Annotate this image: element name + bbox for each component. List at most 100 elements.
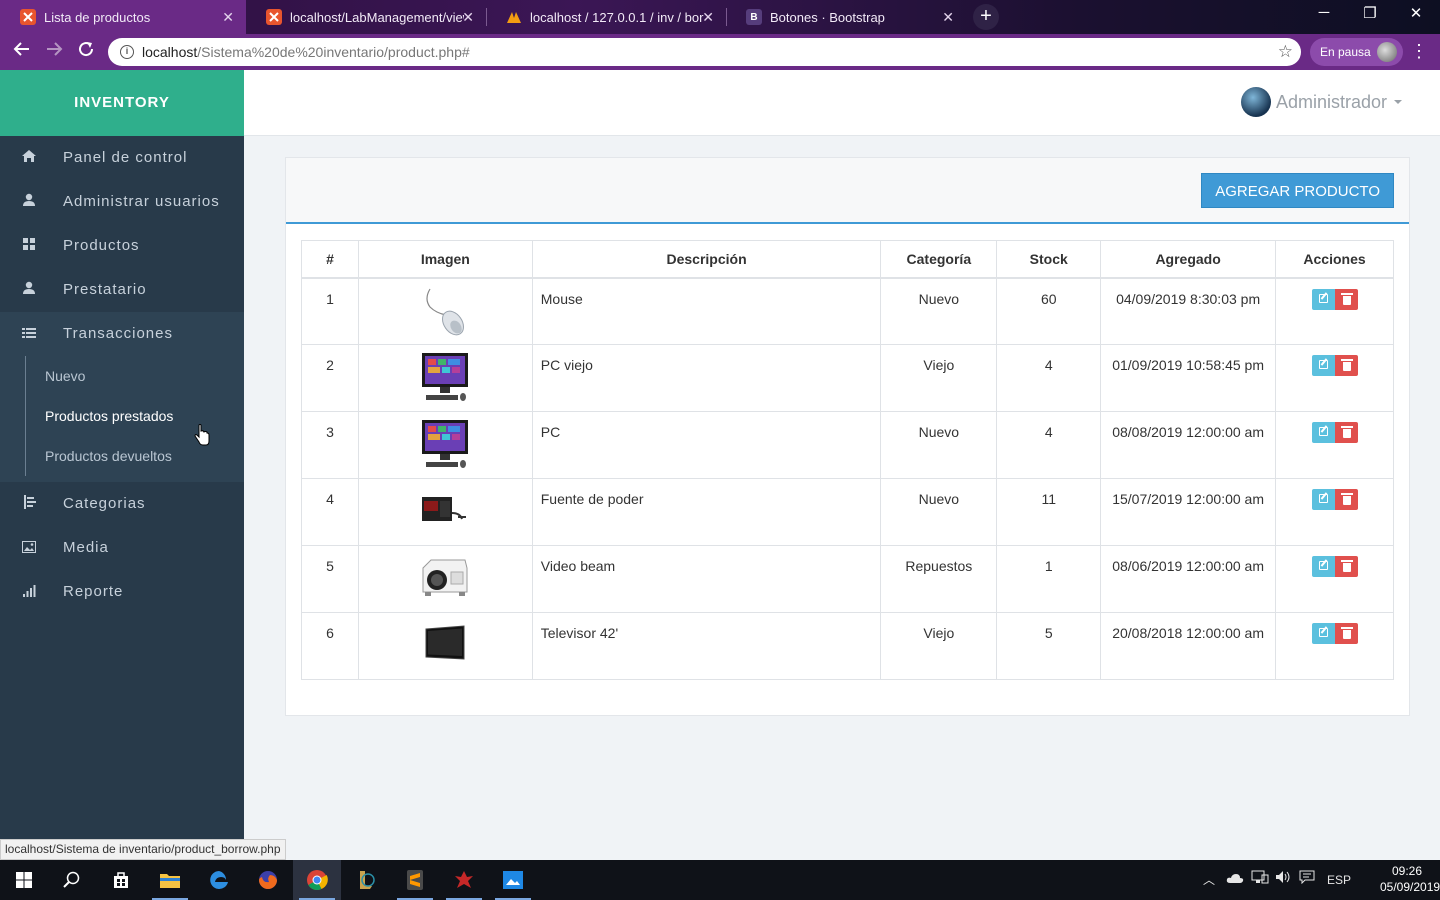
- onedrive-icon[interactable]: [1226, 860, 1244, 900]
- cell-description: PC: [531, 411, 882, 479]
- photos-icon[interactable]: [489, 860, 537, 900]
- sidebar-item-panel-de-control[interactable]: Panel de control: [0, 136, 244, 180]
- trash-icon: [1340, 560, 1353, 572]
- sidebar-item-administrar-usuarios[interactable]: Administrar usuarios: [0, 180, 244, 224]
- delete-button[interactable]: [1334, 422, 1358, 443]
- site-info-icon[interactable]: i: [120, 45, 134, 59]
- edit-button[interactable]: [1311, 355, 1335, 376]
- edit-button[interactable]: [1311, 288, 1335, 310]
- edit-button[interactable]: [1311, 556, 1335, 577]
- delete-button[interactable]: [1334, 489, 1358, 510]
- cell-stock: 4: [996, 411, 1102, 479]
- chrome-icon[interactable]: [293, 860, 341, 900]
- system-clock[interactable]: 09:26 05/09/2019: [1380, 863, 1440, 895]
- cell-image: [357, 478, 533, 546]
- list-icon: [21, 312, 37, 356]
- xampp-icon: [266, 9, 282, 25]
- new-tab-button[interactable]: +: [973, 4, 999, 30]
- table-row: 2 PC viejo Viejo 4 01/09/2019 10:58:45 p…: [301, 344, 1394, 412]
- search-icon[interactable]: [48, 860, 96, 900]
- close-tab-icon[interactable]: ✕: [942, 9, 954, 26]
- browser-tab-bar: Lista de productos ✕ localhost/LabManage…: [0, 0, 1440, 34]
- minimize-icon[interactable]: ─: [1304, 4, 1344, 21]
- cell-number: 4: [301, 478, 359, 546]
- input-language[interactable]: ESP: [1327, 860, 1351, 900]
- trash-icon: [1340, 627, 1353, 639]
- sidebar-item-prestatario[interactable]: Prestatario: [0, 268, 244, 312]
- add-product-button[interactable]: AGREGAR PRODUCTO: [1201, 173, 1394, 208]
- cell-number: 3: [301, 411, 359, 479]
- trash-icon: [1340, 426, 1353, 438]
- close-tab-icon[interactable]: ✕: [702, 9, 714, 26]
- tab-labmanagement[interactable]: localhost/LabManagement/views ✕: [246, 0, 486, 34]
- cell-actions: [1275, 478, 1394, 546]
- submenu-item-nuevo[interactable]: Nuevo: [0, 356, 244, 396]
- bookmark-star-icon[interactable]: ☆: [1278, 42, 1293, 62]
- cell-actions: [1275, 545, 1394, 613]
- grid-icon: [21, 224, 37, 268]
- brand-logo[interactable]: INVENTORY: [0, 70, 244, 136]
- windows-start-icon[interactable]: [0, 860, 48, 900]
- cell-category: Viejo: [880, 344, 998, 412]
- reload-icon[interactable]: [74, 40, 98, 64]
- cell-image: [357, 411, 533, 479]
- cell-number: 1: [301, 277, 359, 345]
- sidebar-item-label: Administrar usuarios: [63, 193, 220, 210]
- network-icon[interactable]: [1251, 860, 1269, 900]
- sidebar-item-label: Transacciones: [63, 325, 173, 342]
- cell-stock: 4: [996, 344, 1102, 412]
- file-explorer-icon[interactable]: [146, 860, 194, 900]
- delete-button[interactable]: [1334, 623, 1358, 644]
- address-bar[interactable]: i localhost/Sistema%20de%20inventario/pr…: [108, 38, 1301, 66]
- edit-button[interactable]: [1311, 422, 1335, 443]
- tab-phpmyadmin[interactable]: localhost / 127.0.0.1 / inv / borro ✕: [486, 0, 726, 34]
- profile-button[interactable]: En pausa: [1310, 38, 1403, 66]
- show-hidden-icons-icon[interactable]: ︿: [1203, 860, 1215, 900]
- cell-description: Televisor 42': [531, 612, 882, 680]
- edit-button[interactable]: [1311, 623, 1335, 644]
- restore-icon[interactable]: ❐: [1350, 4, 1390, 22]
- sidebar-item-label: Productos: [63, 237, 140, 254]
- delete-button[interactable]: [1334, 556, 1358, 577]
- signal-icon: [21, 570, 37, 614]
- sidebar-item-reporte[interactable]: Reporte: [0, 570, 244, 614]
- cell-actions: [1275, 277, 1394, 345]
- edge-icon[interactable]: [195, 860, 243, 900]
- edit-button[interactable]: [1311, 489, 1335, 510]
- sidebar-item-media[interactable]: Media: [0, 526, 244, 570]
- delete-button[interactable]: [1334, 355, 1358, 376]
- notifications-icon[interactable]: [1299, 860, 1315, 900]
- cell-category: Nuevo: [880, 411, 998, 479]
- delete-button[interactable]: [1334, 288, 1358, 310]
- top-header: Administrador: [244, 70, 1440, 136]
- tab-lista-de-productos[interactable]: Lista de productos ✕: [0, 0, 246, 34]
- back-arrow-icon[interactable]: [10, 40, 34, 64]
- table-row: 3 PC Nuevo 4 08/08/2019 12:00:00 am: [301, 411, 1394, 479]
- close-tab-icon[interactable]: ✕: [462, 9, 474, 26]
- sidebar-item-transacciones[interactable]: Transacciones: [0, 312, 244, 356]
- firefox-icon[interactable]: [244, 860, 292, 900]
- sidebar-item-productos[interactable]: Productos: [0, 224, 244, 268]
- volume-icon[interactable]: [1275, 860, 1293, 900]
- browser-menu-icon[interactable]: ⋮: [1410, 42, 1428, 60]
- table-row: 6 Televisor 42' Viejo 5 20/08/2018 12:00…: [301, 612, 1394, 680]
- game-app-icon[interactable]: [440, 860, 488, 900]
- product-image-pc: [420, 418, 470, 470]
- cell-actions: [1275, 612, 1394, 680]
- phpmyadmin-icon: [506, 9, 522, 25]
- indent-icon: [21, 482, 37, 526]
- profile-avatar: [1377, 42, 1397, 62]
- sidebar-item-label: Media: [63, 539, 109, 556]
- cell-description: PC viejo: [531, 344, 882, 412]
- sublime-text-icon[interactable]: [391, 860, 439, 900]
- forward-arrow-icon[interactable]: [42, 40, 66, 64]
- sidebar-item-categorias[interactable]: Categorias: [0, 482, 244, 526]
- tab-bootstrap[interactable]: B Botones · Bootstrap ✕: [726, 0, 966, 34]
- user-dropdown[interactable]: Administrador: [1240, 84, 1402, 120]
- store-icon[interactable]: [97, 860, 145, 900]
- league-of-legends-icon[interactable]: [342, 860, 390, 900]
- close-window-icon[interactable]: ✕: [1396, 4, 1436, 22]
- close-tab-icon[interactable]: ✕: [222, 9, 234, 26]
- cell-image: [357, 612, 533, 680]
- edit-icon: [1318, 293, 1328, 303]
